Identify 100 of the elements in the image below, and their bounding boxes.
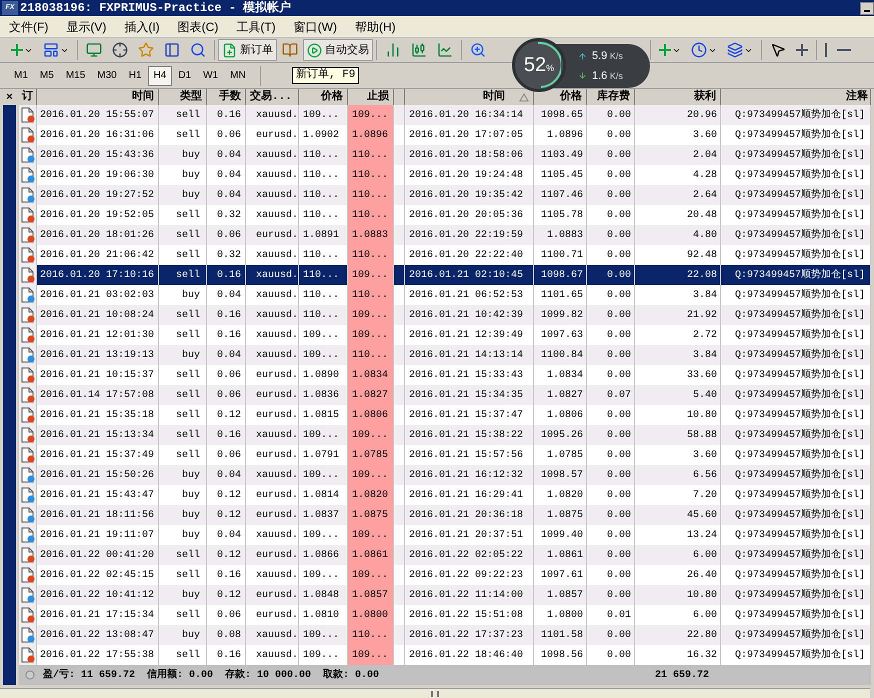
order-document-icon	[20, 247, 34, 263]
table-row[interactable]: 2016.01.21 10:15:37 sell 0.06 eurusd. 1.0890 1.0834 2016.01.21 15:33:43 1.0834 0.00 33.60 Q:973499457顺势加仓[sl]	[19, 365, 871, 385]
table-row[interactable]: 2016.01.21 13:19:13 buy 0.04 xauusd. 109... 110... 2016.01.21 14:13:14 1100.84 0.00 3.84 Q:973499457顺势加仓[sl]	[19, 345, 871, 365]
candlestick-icon	[411, 42, 427, 58]
table-cell: 109...	[348, 465, 394, 485]
table-row[interactable]: 2016.01.22 17:55:38 sell 0.16 xauusd. 109... 109... 2016.01.22 18:46:40 1098.56 0.00 16.32 Q:973499457顺势加仓[sl]	[19, 645, 871, 665]
table-cell: 1.0857	[348, 585, 394, 605]
timeframe-button[interactable]: M1	[8, 66, 34, 86]
order-document-icon	[20, 227, 34, 243]
table-cell: 110...	[348, 345, 394, 365]
horizontal-line-icon	[837, 49, 851, 51]
table-row[interactable]: 2016.01.21 15:50:26 buy 0.04 xauusd. 109... 109... 2016.01.21 16:12:32 1098.57 0.00 6.56 Q:973499457顺势加仓[sl]	[19, 465, 871, 485]
menu-item[interactable]: 文件(F)	[0, 18, 58, 36]
timeframe-button[interactable]: MN	[224, 66, 252, 86]
gauge-percent: 52%	[524, 55, 554, 75]
cursor-icon	[770, 42, 786, 58]
timeframe-button[interactable]: W1	[197, 66, 224, 86]
order-document-icon	[20, 607, 34, 623]
table-row[interactable]: 2016.01.14 17:57:08 sell 0.06 eurusd. 1.0836 1.0827 2016.01.21 15:34:35 1.0827 0.07 5.40 Q:973499457顺势加仓[sl]	[19, 385, 871, 405]
tooltip: 新订单, F9	[292, 67, 360, 84]
table-cell: 109...	[348, 565, 394, 585]
sort-ascending-icon	[519, 92, 529, 102]
table-row[interactable]: 2016.01.21 03:02:03 buy 0.04 xauusd. 110... 110... 2016.01.21 06:52:53 1101.65 0.00 3.84 Q:973499457顺势加仓[sl]	[19, 285, 871, 305]
panel-icon	[164, 42, 180, 58]
order-document-icon	[20, 527, 34, 543]
table-cell: 1.0827	[348, 385, 394, 405]
status-circle-icon	[25, 670, 35, 680]
table-row[interactable]: 2016.01.22 00:41:20 sell 0.12 eurusd. 1.0866 1.0861 2016.01.22 02:05:22 1.0861 0.00 6.00 Q:973499457顺势加仓[sl]	[19, 545, 871, 565]
order-document-icon	[20, 327, 34, 343]
table-cell: 1.0820	[348, 485, 394, 505]
table-row[interactable]: 2016.01.21 19:11:07 buy 0.04 xauusd. 109... 109... 2016.01.21 20:37:51 1099.40 0.00 13.24 Q:973499457顺势加仓[sl]	[19, 525, 871, 545]
zoom-in-icon	[470, 42, 486, 58]
table-row[interactable]: 2016.01.21 15:13:34 sell 0.16 xauusd. 109... 109... 2016.01.21 15:38:22 1095.26 0.00 58.88 Q:973499457顺势加仓[sl]	[19, 425, 871, 445]
upload-arrow-icon	[578, 52, 587, 61]
table-cell: 109...	[348, 645, 394, 665]
table-row[interactable]: 2016.01.20 15:43:36 buy 0.04 xauusd. 110... 110... 2016.01.20 18:58:06 1103.49 0.00 2.04 Q:973499457顺势加仓[sl]	[19, 145, 871, 165]
order-document-icon	[20, 367, 34, 383]
timeframe-button[interactable]: H1	[122, 66, 148, 86]
table-row[interactable]: 2016.01.20 17:10:16 sell 0.16 xauusd. 110... 109... 2016.01.21 02:10:45 1098.67 0.00 22.08 Q:973499457顺势加仓[sl]	[19, 265, 871, 285]
table-row[interactable]: 2016.01.21 15:43:47 buy 0.12 eurusd. 1.0814 1.0820 2016.01.21 16:29:41 1.0820 0.00 7.20 Q:973499457顺势加仓[sl]	[19, 485, 871, 505]
order-document-icon	[20, 467, 34, 483]
monitor-icon	[86, 42, 102, 58]
star-icon	[138, 42, 154, 58]
order-document-icon	[20, 547, 34, 563]
table-row[interactable]: 2016.01.22 02:45:15 sell 0.16 xauusd. 109... 109... 2016.01.22 09:22:23 1097.61 0.00 26.40 Q:973499457顺势加仓[sl]	[19, 565, 871, 585]
table-row[interactable]: 2016.01.21 15:37:49 sell 0.06 eurusd. 1.0791 1.0785 2016.01.21 15:57:56 1.0785 0.00 3.60 Q:973499457顺势加仓[sl]	[19, 445, 871, 465]
table-row[interactable]: 2016.01.22 10:41:12 buy 0.12 eurusd. 1.0848 1.0857 2016.01.22 11:14:00 1.0857 0.00 10.80 Q:973499457顺势加仓[sl]	[19, 585, 871, 605]
order-document-icon	[20, 167, 34, 183]
book-icon	[282, 42, 298, 58]
menu-item[interactable]: 工具(T)	[227, 18, 285, 36]
table-cell: 1.0861	[348, 545, 394, 565]
table-row[interactable]: 2016.01.21 15:35:18 sell 0.12 eurusd. 1.0815 1.0806 2016.01.21 15:37:47 1.0806 0.00 10.80 Q:973499457顺势加仓[sl]	[19, 405, 871, 425]
table-row[interactable]: 2016.01.21 18:11:56 buy 0.12 eurusd. 1.0837 1.0875 2016.01.21 20:36:18 1.0875 0.00 45.60 Q:973499457顺势加仓[sl]	[19, 505, 871, 525]
timeframe-button[interactable]: M5	[34, 66, 60, 86]
menu-item[interactable]: 图表(C)	[168, 18, 228, 36]
table-cell: 109...	[348, 425, 394, 445]
play-icon	[307, 42, 322, 58]
plus-icon	[796, 44, 808, 56]
order-document-icon	[20, 187, 34, 203]
table-row[interactable]: 2016.01.20 19:06:30 buy 0.04 xauusd. 110... 110... 2016.01.20 19:24:48 1105.45 0.00 4.28 Q:973499457顺势加仓[sl]	[19, 165, 871, 185]
document-plus-icon	[222, 42, 237, 58]
order-document-icon	[20, 387, 34, 403]
close-button[interactable]: ×	[6, 89, 13, 105]
download-speed: 1.6 K/s	[592, 68, 623, 84]
order-document-icon	[20, 567, 34, 583]
auto-trading-button[interactable]: 自动交易	[303, 39, 373, 61]
menu-item[interactable]: 帮助(H)	[346, 18, 405, 36]
table-cell: 110...	[348, 625, 394, 645]
menu-item[interactable]: 插入(I)	[115, 18, 169, 36]
table-row[interactable]: 2016.01.22 13:08:47 buy 0.08 xauusd. 109... 110... 2016.01.22 17:37:23 1101.58 0.00 22.80 Q:973499457顺势加仓[sl]	[19, 625, 871, 645]
table-row[interactable]: 2016.01.20 15:55:07 sell 0.16 xauusd. 109... 109... 2016.01.20 16:34:14 1098.65 0.00 20.96 Q:973499457顺势加仓[sl]	[19, 105, 871, 125]
table-cell: 1.0800	[348, 605, 394, 625]
table-row[interactable]: 2016.01.20 19:27:52 buy 0.04 xauusd. 110... 110... 2016.01.20 19:35:42 1107.46 0.00 2.64 Q:973499457顺势加仓[sl]	[19, 185, 871, 205]
order-document-icon	[20, 147, 34, 163]
menu-item[interactable]: 显示(V)	[57, 18, 116, 36]
menu-item[interactable]: 窗口(W)	[284, 18, 346, 36]
table-cell: 1.0883	[348, 225, 394, 245]
timeframe-button[interactable]: D1	[172, 66, 198, 86]
order-document-icon	[20, 487, 34, 503]
table-cell: 110...	[348, 245, 394, 265]
table-row[interactable]: 2016.01.20 21:06:42 sell 0.32 xauusd. 110... 110... 2016.01.20 22:22:40 1100.71 0.00 92.48 Q:973499457顺势加仓[sl]	[19, 245, 871, 265]
timeframe-button[interactable]: M15	[60, 66, 92, 86]
upload-speed: 5.9 K/s	[592, 49, 623, 64]
table-cell: 109...	[348, 265, 394, 285]
new-order-button[interactable]: 新订单	[218, 39, 277, 61]
table-cell: 109...	[348, 105, 394, 125]
table-row[interactable]: 2016.01.20 16:31:06 sell 0.06 eurusd. 1.0902 1.0896 2016.01.20 17:07:05 1.0896 0.00 3.60 Q:973499457顺势加仓[sl]	[19, 125, 871, 145]
table-row[interactable]: 2016.01.20 19:52:05 sell 0.32 xauusd. 110... 110... 2016.01.20 20:05:36 1105.78 0.00 20.48 Q:973499457顺势加仓[sl]	[19, 205, 871, 225]
timeframe-button[interactable]: H4	[148, 66, 172, 86]
table-row[interactable]: 2016.01.21 12:01:30 sell 0.16 xauusd. 109... 109... 2016.01.21 12:39:49 1097.63 0.00 2.72 Q:973499457顺势加仓[sl]	[19, 325, 871, 345]
order-document-icon	[20, 207, 34, 223]
timeframe-button[interactable]: M30	[91, 66, 123, 86]
minimize-button[interactable]	[860, 2, 874, 14]
table-row[interactable]: 2016.01.21 10:08:24 sell 0.16 xauusd. 110... 109... 2016.01.21 10:42:39 1099.82 0.00 21.92 Q:973499457顺势加仓[sl]	[19, 305, 871, 325]
clock-icon	[691, 42, 707, 58]
table-cell: 1.0875	[348, 505, 394, 525]
table-cell: 1.0896	[348, 125, 394, 145]
table-row[interactable]: 2016.01.20 18:01:26 sell 0.06 eurusd. 1.0891 1.0883 2016.01.20 22:19:59 1.0883 0.00 4.80 Q:973499457顺势加仓[sl]	[19, 225, 871, 245]
table-cell: 110...	[348, 185, 394, 205]
table-row[interactable]: 2016.01.21 17:15:34 sell 0.06 eurusd. 1.0810 1.0800 2016.01.22 15:51:08 1.0800 0.01 6.00 Q:973499457顺势加仓[sl]	[19, 605, 871, 625]
